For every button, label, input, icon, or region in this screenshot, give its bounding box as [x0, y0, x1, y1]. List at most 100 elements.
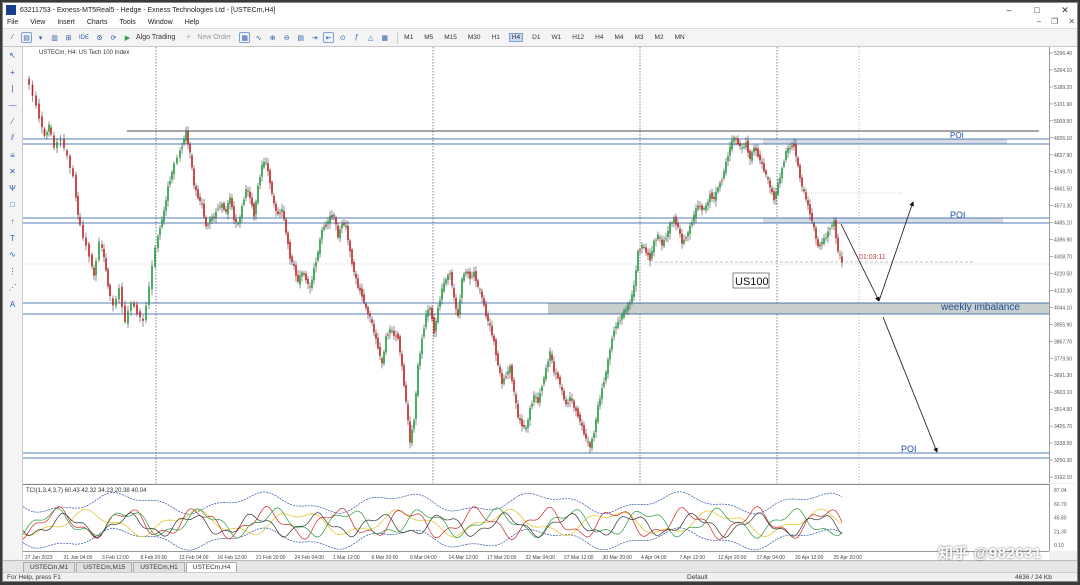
templates-icon[interactable]: ▦: [379, 32, 390, 43]
price-axis[interactable]: 5296.40 5264.10 5189.20 5101.90 5009.50 4926.…: [1049, 47, 1077, 483]
candle-body: [757, 148, 759, 157]
tf-m30[interactable]: M30: [466, 34, 483, 41]
tab-ustecm-h1[interactable]: USTECm,H1: [133, 562, 185, 572]
tf-mn[interactable]: MN: [673, 34, 687, 41]
candle-body: [553, 361, 555, 373]
candle-body: [353, 262, 355, 272]
chart-tabs: USTECm,M1 USTECm,M15 USTECm,H1 USTECm,H4: [3, 560, 1077, 572]
candle-body: [621, 314, 623, 320]
candle-body: [521, 419, 523, 427]
candle-body: [475, 271, 477, 282]
tf-m3[interactable]: M3: [633, 34, 646, 41]
algo-trading-button[interactable]: Algo Trading: [136, 34, 175, 41]
close-button[interactable]: ✕: [1051, 3, 1077, 17]
tf-m5[interactable]: M5: [422, 34, 435, 41]
indicator-tick-label: 0.10: [1054, 543, 1064, 549]
candle-body: [703, 208, 705, 209]
tf-h1[interactable]: H1: [490, 34, 502, 41]
menu-window[interactable]: Window: [148, 19, 173, 26]
cursor-icon[interactable]: ↖: [7, 50, 18, 61]
line-tool-icon[interactable]: ⁄: [7, 32, 18, 43]
candle-body: [483, 298, 485, 306]
tf-d1[interactable]: D1: [530, 34, 542, 41]
tf-m1[interactable]: M1: [402, 34, 415, 41]
crosshair-icon[interactable]: ⊙: [337, 32, 348, 43]
candle-body: [355, 273, 357, 279]
tile-windows-icon[interactable]: ▤: [295, 32, 306, 43]
label-icon[interactable]: A: [7, 299, 18, 310]
candle-body: [615, 326, 617, 329]
candle-body: [795, 144, 797, 157]
menu-insert[interactable]: Insert: [57, 19, 75, 26]
regression-icon[interactable]: ⋰: [7, 282, 18, 293]
new-order-button[interactable]: New Order: [197, 34, 231, 41]
tab-ustecm-m15[interactable]: USTECm,M15: [76, 562, 133, 572]
tab-ustecm-m1[interactable]: USTECm,M1: [23, 562, 76, 572]
cycle-lines-icon[interactable]: ⋮: [7, 266, 18, 277]
navigator-icon[interactable]: ⊞: [63, 32, 74, 43]
menu-tools[interactable]: Tools: [119, 19, 135, 26]
candle-body: [191, 155, 193, 168]
signals-icon[interactable]: ∿: [253, 32, 264, 43]
tf-m4[interactable]: M4: [612, 34, 625, 41]
candle-body: [727, 156, 729, 162]
price-tick-label: 4132.30: [1054, 288, 1072, 294]
elliott-icon[interactable]: ∿: [7, 249, 18, 260]
tab-ustecm-h4[interactable]: USTECm,H4: [185, 562, 238, 572]
tf-m2[interactable]: M2: [653, 34, 666, 41]
chart-close-button[interactable]: ✕: [1068, 17, 1075, 26]
horizontal-line-icon[interactable]: —: [7, 100, 18, 111]
minimize-button[interactable]: –: [995, 3, 1023, 17]
zoom-in-icon[interactable]: ⊕: [267, 32, 278, 43]
price-tick-label: 4485.10: [1054, 221, 1072, 227]
fibonacci-icon[interactable]: ≡: [7, 150, 18, 161]
chart-minimize-button[interactable]: –: [1037, 17, 1041, 26]
chart-restore-button[interactable]: ❐: [1051, 17, 1058, 26]
channel-icon[interactable]: ⫽: [7, 133, 18, 144]
strategy-tester-icon[interactable]: ⚙: [94, 32, 105, 43]
candle-body: [799, 165, 801, 179]
algo-trading-icon[interactable]: ▶: [122, 32, 133, 43]
tf-m15[interactable]: M15: [442, 34, 459, 41]
indicators-icon[interactable]: ƒ: [351, 32, 362, 43]
menu-charts[interactable]: Charts: [87, 19, 108, 26]
tf-w1[interactable]: W1: [549, 34, 563, 41]
price-chart-svg[interactable]: POI POI POI weekly imbalance US100 01:03:11: [23, 47, 1049, 483]
maximize-button[interactable]: □: [1023, 3, 1051, 17]
menu-help[interactable]: Help: [185, 19, 199, 26]
refresh-icon[interactable]: ⟳: [108, 32, 119, 43]
indicator-subwindow[interactable]: TCI(1,3,4,3,7) 60.43 42.32 34.23 20.38 4…: [22, 484, 1049, 551]
candle-body: [429, 307, 431, 310]
menu-file[interactable]: File: [7, 19, 18, 26]
depth-of-market-icon[interactable]: ▦: [239, 32, 251, 43]
candle-body: [469, 271, 471, 279]
new-order-icon[interactable]: +: [183, 32, 194, 43]
trendline-icon[interactable]: ⁄: [7, 116, 18, 127]
crosshair-tool-icon[interactable]: +: [7, 67, 18, 78]
market-watch-icon[interactable]: ▥: [49, 32, 60, 43]
text-tool-icon[interactable]: T: [7, 233, 18, 244]
menu-view[interactable]: View: [30, 19, 45, 26]
candle-body: [183, 139, 185, 145]
shapes-icon[interactable]: □: [7, 199, 18, 210]
tf-h4[interactable]: H4: [508, 33, 524, 42]
zoom-out-icon[interactable]: ⊖: [281, 32, 292, 43]
autoscroll-icon[interactable]: ⇤: [323, 32, 335, 43]
time-axis[interactable]: 27 Jan 2023 31 Jan 04:00 3 Feb 12:00 8 Feb …: [23, 551, 1049, 561]
profiles-icon[interactable]: ▾: [35, 32, 46, 43]
new-chart-icon[interactable]: ▤: [21, 32, 32, 43]
pitchfork-icon[interactable]: Ψ: [7, 183, 18, 194]
candle-body: [685, 237, 687, 239]
candle-body: [633, 285, 635, 297]
price-chart[interactable]: POI POI POI weekly imbalance US100 01:03:11 U…: [23, 47, 1049, 483]
candle-body: [681, 233, 683, 244]
arrows-icon[interactable]: ↑: [7, 216, 18, 227]
ide-icon[interactable]: IDE: [77, 32, 91, 43]
chart-shift-icon[interactable]: ⇥: [309, 32, 320, 43]
tf-h4b[interactable]: H4: [593, 34, 605, 41]
candle-body: [697, 205, 699, 210]
tf-h12[interactable]: H12: [570, 34, 586, 41]
objects-icon[interactable]: △: [365, 32, 376, 43]
gann-icon[interactable]: ✕: [7, 166, 18, 177]
vertical-line-icon[interactable]: |: [7, 83, 18, 94]
